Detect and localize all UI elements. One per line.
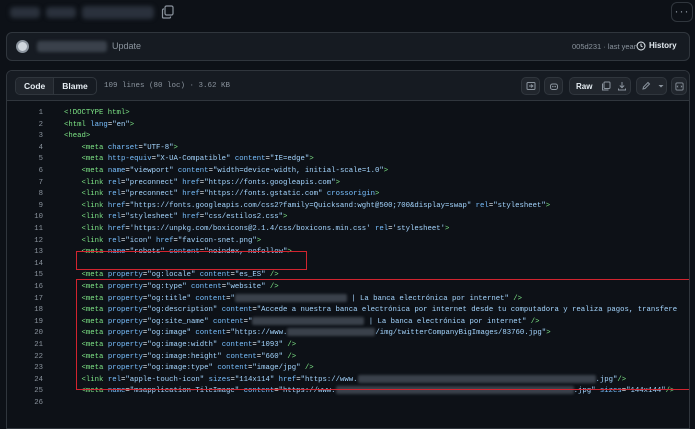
line-number[interactable]: 16 bbox=[7, 282, 43, 294]
line-number[interactable]: 21 bbox=[7, 340, 43, 352]
tab-code[interactable]: Code bbox=[16, 78, 55, 94]
line-number[interactable]: 24 bbox=[7, 375, 43, 387]
copy-icon[interactable] bbox=[161, 5, 175, 19]
line-number[interactable]: 15 bbox=[7, 270, 43, 282]
symbols-panel-icon bbox=[675, 82, 684, 91]
code-line: 7 <link rel="preconnect" href="https://f… bbox=[7, 178, 689, 190]
symbols-button[interactable] bbox=[521, 77, 540, 95]
code-line: 8 <link rel="preconnect" href="https://f… bbox=[7, 189, 689, 201]
line-number[interactable]: 4 bbox=[7, 143, 43, 155]
code-line: 10 <link rel="stylesheet" href="css/esti… bbox=[7, 212, 689, 224]
copilot-button[interactable] bbox=[544, 77, 563, 95]
line-number[interactable]: 22 bbox=[7, 352, 43, 364]
line-number[interactable]: 9 bbox=[7, 201, 43, 213]
line-source: <html lang="en"> bbox=[64, 120, 135, 129]
commit-meta[interactable]: 005d231 · last year bbox=[572, 42, 636, 51]
line-number[interactable]: 23 bbox=[7, 363, 43, 375]
line-source: <meta charset="UTF-8"> bbox=[81, 143, 178, 152]
line-number[interactable]: 19 bbox=[7, 317, 43, 329]
breadcrumb-redacted bbox=[82, 6, 154, 19]
line-source: <meta http-equiv="X-UA-Compatible" conte… bbox=[81, 155, 314, 164]
symbols-panel-button[interactable] bbox=[671, 77, 687, 95]
copy-raw-icon[interactable] bbox=[601, 81, 611, 91]
line-source: <head> bbox=[64, 132, 91, 141]
line-number[interactable]: 3 bbox=[7, 131, 43, 143]
code-line: 3 <head> bbox=[7, 131, 689, 143]
code-line: 9 <link href="https://fonts.googleapis.c… bbox=[7, 201, 689, 213]
line-source: <link rel="preconnect" href="https://fon… bbox=[81, 190, 380, 199]
avatar[interactable] bbox=[16, 40, 29, 53]
code-line: 2 <html lang="en"> bbox=[7, 120, 689, 132]
history-button[interactable]: History bbox=[649, 41, 677, 50]
commit-message[interactable]: Update bbox=[112, 41, 141, 51]
file-header: Code Blame 109 lines (80 loc) · 3.62 KB … bbox=[7, 71, 689, 101]
code-line: 11 <link href='https://unpkg.com/boxicon… bbox=[7, 224, 689, 236]
edit-button-group bbox=[636, 77, 667, 95]
code-line: 6 <meta name="viewport" content="width=d… bbox=[7, 166, 689, 178]
download-icon[interactable] bbox=[617, 81, 627, 91]
line-number[interactable]: 5 bbox=[7, 154, 43, 166]
line-number[interactable]: 20 bbox=[7, 328, 43, 340]
raw-button[interactable]: Raw bbox=[576, 82, 592, 91]
line-source: <link rel="stylesheet" href="css/estilos… bbox=[81, 213, 288, 222]
breadcrumb-redacted bbox=[10, 7, 40, 18]
highlight-box-og-meta bbox=[76, 279, 689, 390]
view-tabs: Code Blame bbox=[15, 77, 97, 95]
line-number[interactable]: 13 bbox=[7, 247, 43, 259]
author-redacted bbox=[37, 41, 107, 52]
line-number[interactable]: 6 bbox=[7, 166, 43, 178]
top-bar: ··· bbox=[0, 0, 695, 26]
line-number[interactable]: 12 bbox=[7, 236, 43, 248]
line-number[interactable]: 26 bbox=[7, 398, 43, 410]
chevron-down-icon[interactable] bbox=[657, 82, 665, 90]
history-icon bbox=[636, 41, 646, 51]
line-number[interactable]: 14 bbox=[7, 259, 43, 271]
line-source: <link rel="icon" href="favicon-snet.png"… bbox=[81, 236, 262, 245]
line-number[interactable]: 11 bbox=[7, 224, 43, 236]
highlight-box-robots bbox=[76, 251, 307, 270]
symbols-icon bbox=[526, 82, 536, 90]
line-source: <link href='https://unpkg.com/boxicons@2… bbox=[81, 225, 450, 233]
code-line: 4 <meta charset="UTF-8"> bbox=[7, 143, 689, 155]
code-line: 12 <link rel="icon" href="favicon-snet.p… bbox=[7, 236, 689, 248]
line-source: <meta name="viewport" content="width=dev… bbox=[81, 167, 389, 175]
code-line: 1 <!DOCTYPE html> bbox=[7, 108, 689, 120]
kebab-menu-icon[interactable]: ··· bbox=[671, 2, 693, 22]
code-line: 26 bbox=[7, 398, 689, 410]
line-number[interactable]: 1 bbox=[7, 108, 43, 120]
breadcrumb-redacted bbox=[46, 7, 76, 18]
line-number[interactable]: 10 bbox=[7, 212, 43, 224]
tab-blame[interactable]: Blame bbox=[54, 78, 96, 94]
edit-pencil-icon[interactable] bbox=[641, 81, 651, 91]
copilot-icon bbox=[550, 83, 558, 90]
line-number[interactable]: 18 bbox=[7, 305, 43, 317]
file-viewer: Code Blame 109 lines (80 loc) · 3.62 KB … bbox=[6, 70, 690, 429]
line-number[interactable]: 2 bbox=[7, 120, 43, 132]
line-source: <link href="https://fonts.googleapis.com… bbox=[81, 201, 551, 210]
line-source: <link rel="preconnect" href="https://fon… bbox=[81, 178, 340, 187]
line-number[interactable]: 25 bbox=[7, 386, 43, 398]
line-number[interactable]: 7 bbox=[7, 178, 43, 190]
latest-commit-bar: Update 005d231 · last year History bbox=[6, 32, 690, 61]
code-line: 5 <meta http-equiv="X-UA-Compatible" con… bbox=[7, 154, 689, 166]
raw-button-group: Raw bbox=[569, 77, 631, 95]
line-source: <!DOCTYPE html> bbox=[64, 109, 130, 117]
line-number[interactable]: 17 bbox=[7, 294, 43, 306]
file-info: 109 lines (80 loc) · 3.62 KB bbox=[104, 82, 231, 90]
line-number[interactable]: 8 bbox=[7, 189, 43, 201]
